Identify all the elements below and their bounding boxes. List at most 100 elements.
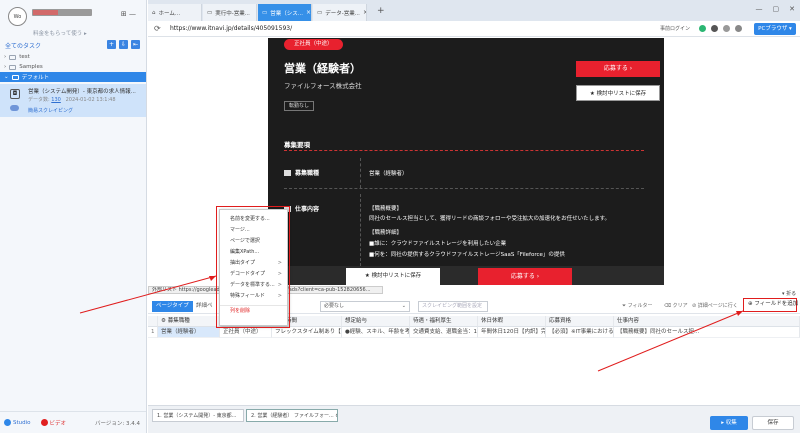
table-header[interactable]: 仕事内容 [614,316,800,327]
menu-item-delete-column[interactable]: 列を削除 [220,305,287,316]
table-header[interactable]: 想定給与 [342,316,410,327]
settings-icon[interactable] [711,25,718,32]
company-name[interactable]: ファイルフォース株式会社 [284,80,362,90]
job-tag: 転勤なし [284,101,315,111]
menu-label: 編集XPath... [230,249,260,255]
filter-icon: ⏷ [622,303,627,309]
reload-icon[interactable]: ⟳ [154,24,161,33]
go-detail-button[interactable]: ⊘ 詳細ページに行く [692,301,738,312]
header-label: 募集職種 [167,318,190,324]
row-divider [360,158,361,188]
data-count-link[interactable]: 130 [51,97,61,103]
new-folder-icon[interactable]: + [107,40,116,49]
table-cell[interactable]: フレックスタイム制あり【コア... [272,327,342,338]
code-icon[interactable] [735,25,742,32]
menu-item-extract-type[interactable]: 抽出タイプ > [220,258,287,269]
bottom-apply-button[interactable]: 応募する › [478,268,572,285]
star-icon: ★ [364,273,370,279]
tab-page-type[interactable]: ページタイプ [152,301,193,312]
collapse-icon[interactable]: ⇤ [131,40,140,49]
sidebar-window-icons[interactable]: ⊞ — [121,10,136,18]
menu-item-decode-type[interactable]: デコードタイプ > [220,269,287,280]
menu-item-format-data[interactable]: データを標準する... > [220,280,287,291]
menu-label: デコードタイプ [230,271,266,277]
bottom-tab-2[interactable]: 2. 営業（経験者） ファイルフォー... ⊗ [246,409,338,422]
bottom-save-button[interactable]: ★ 検討中リストに保存 [346,268,440,285]
close-window-icon[interactable]: ✕ [789,5,795,13]
save-button[interactable]: 保存 [752,416,794,430]
folder-label: デフォルト [21,75,50,81]
pre-login-button[interactable]: 事前ログイン [660,25,690,32]
status-icon[interactable] [699,25,706,32]
save-label: 検討中リストに保存 [596,91,647,97]
maximize-icon[interactable]: ▢ [773,5,780,13]
add-field-button[interactable]: ⊕ フィールドを追加 [743,298,798,312]
table-cell[interactable]: 【職務概要】同社のセールス担... [614,327,800,338]
table-cell[interactable]: 正社員（中途） [220,327,272,338]
video-link[interactable]: ビデオ [40,419,66,427]
table-header[interactable]: 休日休暇 [478,316,546,327]
menu-label: マージ... [230,227,250,233]
collect-button[interactable]: ▸ 収集 [710,416,748,430]
pc-browser-dropdown[interactable]: PCブラウザ ▾ [754,23,796,35]
link-icon: ⊘ [692,303,697,309]
tab-home[interactable]: ⌂ ホーム... [148,4,202,21]
tab-running[interactable]: ▭ 実行中-営業... [203,4,257,21]
row-label: 募集職種 [295,170,320,177]
task-item[interactable]: ◘ 営業（システム開発）- 東京都の求人情報... データ数: 130 2024… [0,84,146,117]
row-label-position: 募集職種 [284,168,319,177]
import-icon[interactable]: ⇩ [119,40,128,49]
table-cell[interactable]: 【必須】※IT事業における法... [546,327,614,338]
clear-button[interactable]: ⌫ クリア [664,301,688,312]
scraping-range-button[interactable]: スクレイピング範囲を設定 [418,301,488,312]
clear-label: クリア [672,303,688,309]
scraping-link[interactable]: 簡易スクレイピング [28,107,73,114]
task-date: 2024-01-02 13:1:48 [65,97,116,103]
table-cell[interactable]: 交通費支給、退職金当：1000... [410,327,478,338]
section-divider [284,150,644,151]
account-subscription-link[interactable]: 料金をもらって使う ▸ [33,29,87,37]
menu-item-edit-xpath[interactable]: 編集XPath... [220,247,287,258]
close-icon[interactable]: × [363,9,366,16]
table-cell-selected[interactable]: 営業（経験者） [158,327,220,338]
minimize-icon[interactable]: — [756,5,763,13]
bottom-bar: 1. 営業（システム開発）- 東京都... 2. 営業（経験者） ファイルフォー… [148,405,800,433]
tree-folder-test[interactable]: › test [0,52,146,62]
tab-job-detail[interactable]: ▭ 営業（シス... × [258,4,312,21]
tree-folder-samples[interactable]: › Samples [0,62,146,72]
table-header[interactable]: 応募資格 [546,316,614,327]
collapse-panel-button[interactable]: ▾ 折る [782,290,796,297]
detail-label: 詳細ページに行く [697,303,738,309]
tab-data[interactable]: ▭ データ-営業... × [313,4,367,21]
menu-item-rename[interactable]: 名前を変更する... [220,214,287,225]
page-type-select[interactable]: 必要なし ⌄ [320,301,410,312]
tab-detail-page[interactable]: 詳細ペ [192,301,217,312]
bottom-tab-1[interactable]: 1. 営業（システム開発）- 東京都... [152,409,244,422]
new-tab-button[interactable]: + [377,6,385,16]
plus-icon: ⊕ [748,301,753,307]
studio-link[interactable]: Studio [4,419,31,426]
table-cell[interactable]: 年間休日120日【内訳】完全週... [478,327,546,338]
url-field[interactable]: https://www.itnavi.jp/details/405091593/ [170,25,292,32]
menu-item-special-field[interactable]: 特殊フィールド > [220,291,287,302]
chevron-right-icon: > [277,293,282,299]
all-tasks-label[interactable]: 全てのタスク [5,41,41,50]
task-meta: データ数: 130 2024-01-02 13:1:48 [28,96,116,103]
task-sidebar: Wo 料金をもらって使う ▸ ⊞ — 全てのタスク + ⇩ ⇤ › test ›… [0,0,147,433]
section-title: 募集要項 [284,141,310,149]
close-icon[interactable]: ⊗ [335,413,337,419]
row-label: 仕事内容 [295,206,320,213]
close-icon[interactable]: × [306,9,311,16]
menu-item-select-in-page[interactable]: ページで選択 [220,236,287,247]
info-icon[interactable] [723,25,730,32]
filter-button[interactable]: ⏷ フィルター [622,301,653,312]
apply-button[interactable]: 応募する › [576,61,660,77]
menu-item-merge[interactable]: マージ... [220,225,287,236]
table-header-position[interactable]: ⚙ 募集職種 [158,316,220,327]
save-to-list-button[interactable]: ★ 検討中リストに保存 [576,85,660,101]
table-cell[interactable]: ●経験、スキル、年齢を考慮の... [342,327,410,338]
table-header[interactable]: 待遇・福利厚生 [410,316,478,327]
tab-label: 2. 営業（経験者） ファイルフォー... [251,413,334,419]
tree-folder-default[interactable]: ⌄ デフォルト [0,72,146,82]
row-separator [284,188,644,189]
